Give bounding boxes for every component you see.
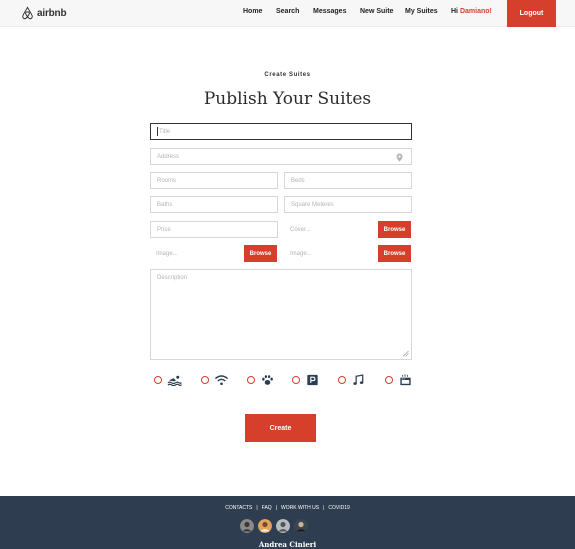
amenity-parking [292, 374, 320, 386]
text-caret [157, 127, 158, 136]
image-browse-button[interactable]: Browse [244, 245, 277, 262]
top-navbar: airbnb Home Search Messages New Suite My… [0, 0, 575, 27]
footer-links: CONTACTS | FAQ | WORK WITH US | COVID19 [0, 505, 575, 511]
nav-new-suite[interactable]: New Suite [360, 8, 393, 15]
wifi-radio[interactable] [201, 376, 209, 384]
kitchen-icon [400, 374, 411, 386]
avatar [276, 519, 290, 533]
cover-file-input[interactable]: Cover... [284, 221, 374, 238]
footer-separator: | [275, 505, 277, 511]
address-input[interactable]: Address [150, 148, 412, 165]
nav-search[interactable]: Search [276, 8, 299, 15]
avatar [258, 519, 272, 533]
image2-browse-button[interactable]: Browse [378, 245, 411, 262]
amenity-kitchen [385, 374, 413, 386]
brand[interactable]: airbnb [21, 6, 67, 20]
image-file-input[interactable]: Image... [150, 245, 240, 262]
description-placeholder: Description [157, 275, 188, 281]
beds-input[interactable]: Beds [284, 172, 412, 189]
price-placeholder: Price [157, 226, 171, 233]
footer-link-faq[interactable]: FAQ [262, 505, 272, 511]
music-radio[interactable] [338, 376, 346, 384]
user-greeting: Hi Damiano! [451, 8, 492, 15]
wifi-icon [214, 375, 229, 386]
square-meters-input[interactable]: Square Meteres [284, 196, 412, 213]
cover-placeholder: Cover... [290, 226, 311, 233]
price-input[interactable]: Price [150, 221, 278, 238]
resize-handle-icon[interactable] [402, 350, 409, 357]
amenity-wifi [201, 374, 229, 386]
avatar [294, 519, 308, 533]
pool-icon [167, 375, 182, 386]
cover-browse-button[interactable]: Browse [378, 221, 411, 238]
parking-radio[interactable] [292, 376, 300, 384]
section-kicker: Create Suites [264, 72, 311, 78]
footer-separator: | [323, 505, 325, 511]
description-textarea[interactable]: Description [150, 269, 412, 360]
team-avatars [240, 519, 308, 533]
image2-placeholder: Image... [290, 250, 312, 257]
beds-placeholder: Beds [291, 177, 305, 184]
footer-separator: | [256, 505, 258, 511]
baths-input[interactable]: Baths [150, 196, 278, 213]
amenity-pool [154, 374, 182, 386]
greeting-text: Hi [451, 8, 458, 15]
location-pin-icon [396, 153, 403, 162]
footer: CONTACTS | FAQ | WORK WITH US | COVID19 … [0, 496, 575, 549]
pool-radio[interactable] [154, 376, 162, 384]
footer-link-work-with-us[interactable]: WORK WITH US [281, 505, 319, 511]
amenity-pets [247, 374, 275, 386]
nav-my-suites[interactable]: My Suites [405, 8, 438, 15]
paw-icon [262, 375, 273, 385]
footer-link-covid19[interactable]: COVID19 [328, 505, 349, 511]
footer-author-name: Andrea Cinieri [258, 540, 317, 549]
amenity-music [338, 374, 366, 386]
parking-icon [307, 374, 318, 386]
kitchen-radio[interactable] [385, 376, 393, 384]
title-placeholder: Title [159, 128, 171, 135]
title-input[interactable]: Title [150, 123, 412, 140]
music-icon [353, 374, 364, 385]
rooms-input[interactable]: Rooms [150, 172, 278, 189]
footer-link-contacts[interactable]: CONTACTS [225, 505, 252, 511]
username: Damiano! [459, 8, 492, 15]
brand-name: airbnb [37, 7, 67, 19]
create-button[interactable]: Create [245, 414, 316, 442]
nav-home[interactable]: Home [243, 8, 262, 15]
rooms-placeholder: Rooms [157, 177, 177, 184]
page-title: Publish Your Suites [203, 89, 372, 109]
airbnb-logo-icon [22, 6, 33, 20]
image-placeholder: Image... [156, 250, 178, 257]
baths-placeholder: Baths [157, 201, 173, 208]
logout-button[interactable]: Logout [507, 0, 556, 27]
pets-radio[interactable] [247, 376, 255, 384]
address-placeholder: Address [157, 153, 180, 160]
square-meters-placeholder: Square Meteres [291, 201, 334, 208]
nav-messages[interactable]: Messages [313, 8, 346, 15]
avatar [240, 519, 254, 533]
image2-file-input[interactable]: Image... [284, 245, 374, 262]
